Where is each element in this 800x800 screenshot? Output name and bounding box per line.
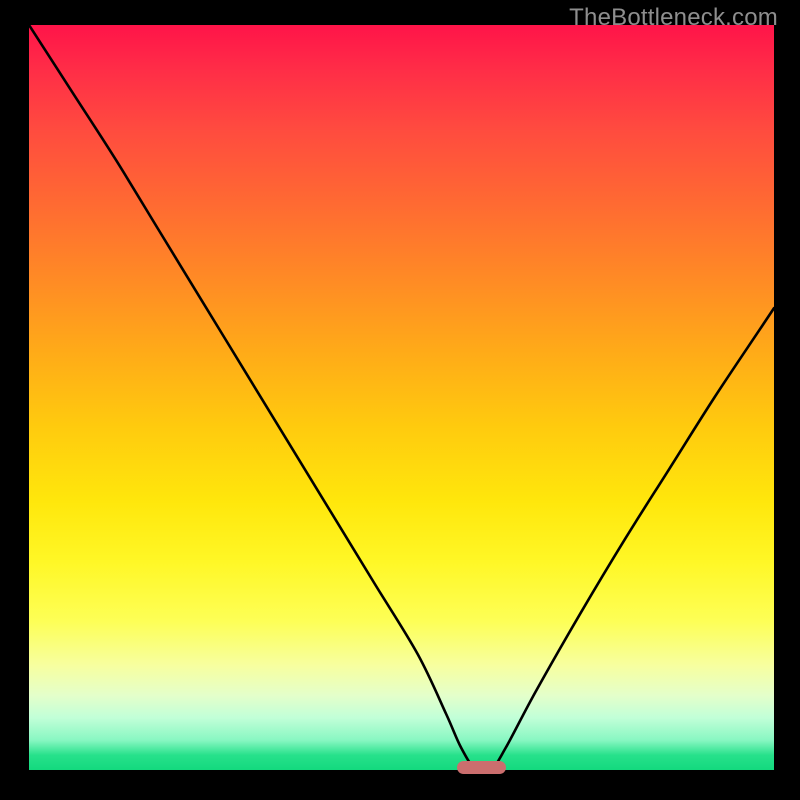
plot-area <box>29 25 774 770</box>
watermark-text: TheBottleneck.com <box>569 4 778 32</box>
optimal-range-marker <box>457 761 505 774</box>
chart-frame: TheBottleneck.com <box>0 0 800 800</box>
bottleneck-curve <box>29 25 774 770</box>
